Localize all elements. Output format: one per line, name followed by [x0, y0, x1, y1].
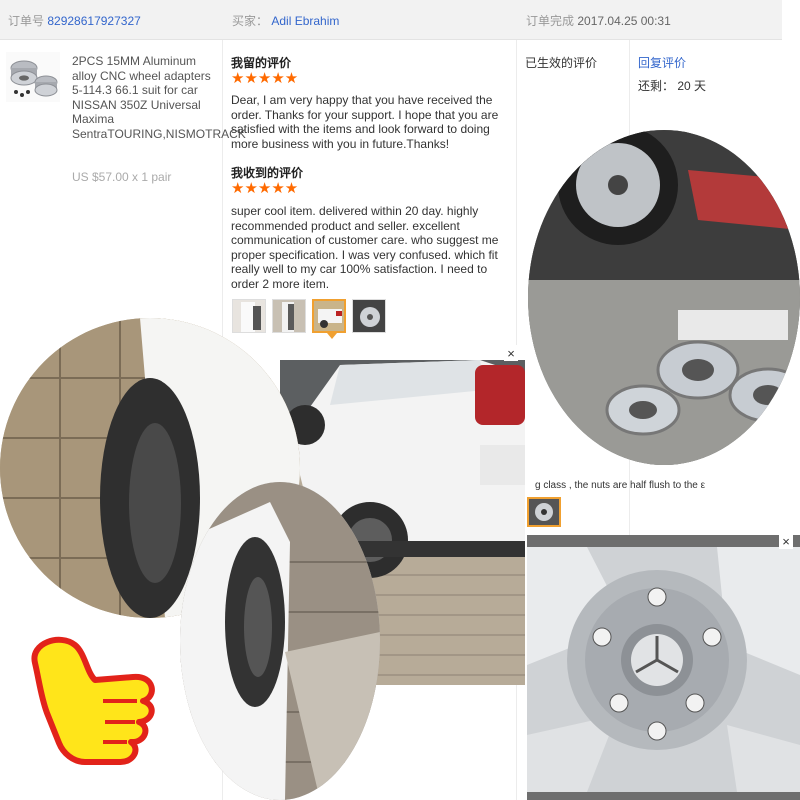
buyer-info: 买家： Adil Ebrahim	[232, 12, 339, 29]
review-photo-thumb[interactable]	[352, 299, 386, 333]
product-price: US $57.00 x 1 pair	[72, 170, 172, 184]
product-title-link[interactable]: 2PCS 15MM Aluminum alloy CNC wheel adapt…	[72, 54, 246, 142]
my-rating-stars: ★★★★★	[231, 70, 299, 87]
order-completed: 订单完成 2017.04.25 00:31	[526, 12, 671, 29]
buyer-name-link[interactable]: Adil Ebrahim	[271, 14, 339, 28]
review-photo-side-view-oval	[180, 482, 380, 800]
close-icon[interactable]: ×	[779, 535, 793, 549]
received-review-heading: 我收到的评价	[231, 166, 304, 180]
review-photo-thumb-selected[interactable]	[527, 497, 561, 527]
my-review-text: Dear, I am very happy that you have rece…	[231, 93, 499, 151]
close-icon[interactable]: ×	[504, 347, 518, 361]
review-photo-thumb[interactable]	[232, 299, 266, 333]
caption-snippet: g class , the nuts are half flush to the…	[535, 480, 706, 491]
received-rating-stars: ★★★★★	[231, 180, 299, 197]
days-remaining: 还剩： 20 天	[638, 79, 707, 93]
order-id-link[interactable]: 82928617927327	[47, 14, 140, 28]
buyer-label: 买家：	[232, 14, 269, 28]
order-id-label: 订单号	[8, 14, 45, 28]
received-review-text: super cool item. delivered within 20 day…	[231, 204, 499, 291]
order-completed-time: 2017.04.25 00:31	[577, 14, 671, 28]
review-photo-spacers-circle	[528, 130, 800, 465]
product-thumbnail[interactable]	[6, 52, 60, 102]
reply-review-link[interactable]: 回复评价	[638, 54, 686, 71]
my-review-heading: 我留的评价	[231, 56, 292, 70]
order-header: 订单号 82928617927327 买家： Adil Ebrahim 订单完成…	[0, 0, 782, 40]
review-status: 已生效的评价	[525, 56, 598, 70]
review-photo-mercedes-hub: ×	[527, 535, 800, 800]
review-photo-thumb-selected[interactable]	[312, 299, 346, 333]
review-photo-thumb[interactable]	[272, 299, 306, 333]
thumb-selection-caret	[327, 333, 337, 339]
order-id: 订单号 82928617927327	[8, 12, 141, 29]
thumbs-up-icon	[31, 636, 155, 765]
order-completed-label: 订单完成	[526, 14, 575, 28]
